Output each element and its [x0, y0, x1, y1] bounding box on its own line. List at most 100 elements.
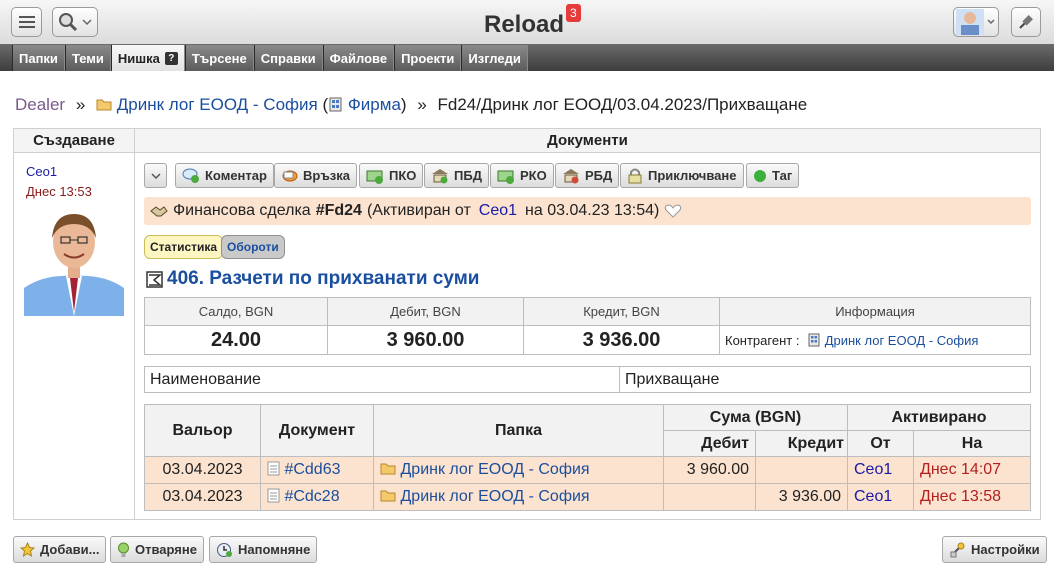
balance-header: Салдо, BGN [144, 297, 328, 326]
row-credit [755, 456, 848, 484]
search-icon [59, 13, 92, 32]
close-deal-label: Приключване [648, 168, 737, 183]
cash-receipt-icon [366, 170, 383, 184]
row-from[interactable]: Ceo1 [847, 456, 914, 484]
row-folder[interactable]: Дринк лог ЕООД - София [373, 456, 664, 484]
stats-tag[interactable]: Статистика [144, 235, 224, 259]
row-document[interactable]: #Cdc28 [260, 483, 374, 511]
pbd-button[interactable]: ПБД [424, 163, 489, 188]
main-menu-button[interactable] [11, 7, 42, 37]
menu-thread-label: Нишка [117, 50, 160, 66]
deal-info-bar: Финансова сделка #Fd24 (Активиран от Ceo… [144, 197, 1031, 225]
folder-link[interactable]: Дринк лог ЕООД - София [400, 461, 589, 478]
credit-col-header[interactable]: Кредит [755, 430, 848, 457]
deal-activated-by[interactable]: Ceo1 [479, 202, 517, 220]
document-link[interactable]: #Cdd63 [284, 461, 340, 478]
table-row: 03.04.2023 #Cdd63 Дринк лог ЕООД - София… [144, 456, 1031, 484]
user-avatar-icon [956, 9, 995, 35]
row-on: Днес 14:07 [913, 456, 1031, 484]
creation-time: Днес 13:53 [26, 184, 92, 199]
menu-search[interactable]: Търсене [184, 45, 254, 71]
handshake-icon [150, 206, 168, 217]
from-col-header[interactable]: От [847, 430, 914, 457]
link-icon [282, 170, 298, 182]
credit-value: 3 936.00 [523, 325, 720, 355]
account-title[interactable]: 406. Разчети по прихванати суми [146, 268, 479, 290]
activated-header: Активирано [847, 404, 1031, 431]
row-from[interactable]: Ceo1 [847, 483, 914, 511]
heart-icon[interactable] [664, 203, 682, 219]
folder-header[interactable]: Папка [373, 404, 664, 457]
row-date: 03.04.2023 [144, 483, 261, 511]
turnover-tag[interactable]: Обороти [221, 235, 285, 259]
debit-col-header[interactable]: Дебит [663, 430, 756, 457]
sum-header: Сума (BGN) [663, 404, 848, 431]
name-table: Наименование Прихващане [144, 366, 1031, 393]
comment-button[interactable]: Коментар [175, 163, 274, 188]
breadcrumb-folder[interactable]: Дринк лог ЕООД - София [117, 95, 318, 114]
search-button[interactable] [52, 7, 98, 37]
creator-name[interactable]: Ceo1 [26, 164, 57, 179]
counterparty-info: Контрагент : Дринк лог ЕООД - София [719, 325, 1031, 355]
rbd-button[interactable]: РБД [555, 163, 620, 188]
link-label: Връзка [303, 168, 351, 183]
folder-icon [380, 463, 396, 475]
counterparty-link[interactable]: Дринк лог ЕООД - София [825, 333, 979, 348]
row-document[interactable]: #Cdd63 [260, 456, 374, 484]
menu-topics[interactable]: Теми [64, 45, 111, 71]
valor-header[interactable]: Вальор [144, 404, 261, 457]
user-menu-button[interactable] [953, 7, 999, 37]
pin-button[interactable] [1011, 7, 1041, 37]
deal-activated-date: на 03.04.23 13:54) [525, 202, 660, 219]
add-button[interactable]: Добави... [13, 536, 107, 563]
deal-type: Финансова сделка [173, 202, 311, 219]
menu-views[interactable]: Изгледи [461, 45, 528, 71]
menu-reports[interactable]: Справки [253, 45, 323, 71]
rko-label: РКО [520, 168, 547, 183]
notification-badge[interactable]: 3 [566, 4, 581, 22]
movements-table: Вальор Документ Папка Сума (BGN) Активир… [144, 404, 1031, 511]
row-folder[interactable]: Дринк лог ЕООД - София [373, 483, 664, 511]
bank-payment-icon [563, 169, 579, 184]
pko-label: ПКО [389, 168, 417, 183]
reminder-icon [217, 542, 232, 557]
menu-folders[interactable]: Папки [12, 45, 65, 71]
pko-button[interactable]: ПКО [359, 163, 424, 188]
ledger-icon [146, 270, 163, 288]
menu-thread[interactable]: Нишка ? [110, 45, 185, 71]
balance-value: 24.00 [144, 325, 328, 355]
reminder-button[interactable]: Напомняне [209, 536, 318, 563]
menu-projects[interactable]: Проекти [394, 45, 462, 71]
deal-number: #Fd24 [315, 202, 362, 219]
pbd-label: ПБД [454, 168, 482, 183]
tag-button[interactable]: Таг [746, 163, 800, 188]
on-col-header[interactable]: На [913, 430, 1031, 457]
link-button[interactable]: Връзка [274, 163, 358, 188]
document-header[interactable]: Документ [260, 404, 374, 457]
close-deal-button[interactable]: Приключване [620, 163, 744, 188]
row-credit: 3 936.00 [755, 483, 848, 511]
app-title[interactable]: Reload [484, 11, 564, 39]
rko-button[interactable]: РКО [490, 163, 554, 188]
help-icon[interactable]: ? [164, 51, 178, 65]
folder-link[interactable]: Дринк лог ЕООД - София [400, 488, 589, 505]
rbd-label: РБД [585, 168, 613, 183]
breadcrumb: Dealer » Дринк лог ЕООД - София ( Фирма)… [15, 95, 807, 115]
tag-icon [754, 169, 766, 182]
credit-header: Кредит, BGN [523, 297, 720, 326]
document-icon [267, 461, 280, 476]
breadcrumb-root[interactable]: Dealer [15, 95, 65, 114]
settings-button[interactable]: Настройки [942, 536, 1047, 563]
name-value: Прихващане [619, 366, 1031, 393]
breadcrumb-type[interactable]: Фирма [348, 95, 401, 114]
document-icon [267, 488, 280, 503]
document-link[interactable]: #Cdc28 [284, 488, 339, 505]
pin-icon [1019, 15, 1033, 29]
creation-column: Ceo1 Днес 13:53 [14, 153, 135, 519]
open-button[interactable]: Отваряне [110, 536, 204, 563]
menu-files[interactable]: Файлове [322, 45, 395, 71]
info-header: Информация [719, 297, 1031, 326]
more-actions-button[interactable] [144, 163, 167, 188]
company-icon [329, 97, 342, 112]
deal-status: (Активиран от [366, 202, 471, 219]
